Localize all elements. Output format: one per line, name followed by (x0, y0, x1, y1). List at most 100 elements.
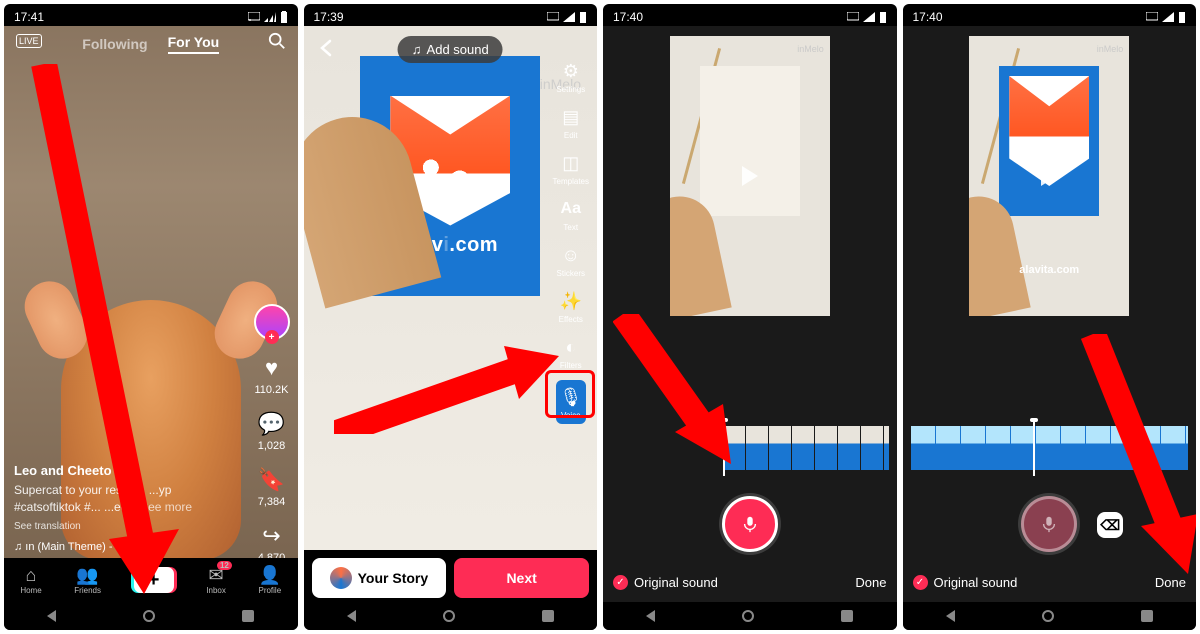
android-recents-icon[interactable] (841, 610, 853, 622)
android-recents-icon[interactable] (1141, 610, 1153, 622)
templates-icon: ◫ (558, 150, 584, 176)
phone-screen-4: 17:40 inMelo alavita.com ⌫ ✓ Original (903, 4, 1197, 630)
microphone-icon (1040, 515, 1058, 533)
gear-icon: ⚙ (558, 58, 584, 84)
tool-effects[interactable]: ✨Effects (558, 288, 584, 324)
search-icon[interactable] (268, 32, 286, 50)
status-icons (248, 11, 288, 23)
sound-label[interactable]: ♫ ın (Main Theme) - 101... (14, 540, 228, 555)
canvas-text: alavita.com (1019, 264, 1079, 276)
easel-content: alavi.com (360, 56, 540, 296)
done-button[interactable]: Done (855, 575, 886, 590)
tool-stickers[interactable]: ☺Stickers (557, 242, 585, 278)
voiceover-bottom-bar: ✓ Original sound Done (613, 566, 887, 598)
timeline[interactable] (911, 426, 1189, 470)
battery-icon (280, 11, 288, 23)
original-sound-toggle[interactable]: ✓ Original sound (913, 575, 1018, 590)
phone-screen-2: 17:39 alavi.com inMelo ♫Add sound ⚙Setti… (304, 4, 598, 630)
record-button[interactable] (722, 496, 778, 552)
original-sound-toggle[interactable]: ✓ Original sound (613, 575, 718, 590)
status-bar: 17:40 (603, 4, 897, 26)
timeline-playhead[interactable] (1033, 420, 1035, 476)
status-bar: 17:40 (903, 4, 1197, 26)
author-avatar[interactable]: + (254, 304, 290, 340)
voiceover-editor: inMelo alavita.com ⌫ ✓ Original sound Do… (903, 26, 1197, 602)
play-icon[interactable] (1041, 166, 1057, 186)
see-translation-link[interactable]: See translation (14, 520, 228, 534)
follow-plus-icon[interactable]: + (265, 330, 279, 344)
android-nav-bar (304, 602, 598, 630)
edit-icon: ▤ (558, 104, 584, 130)
tab-following[interactable]: Following (82, 36, 147, 52)
android-nav-bar (603, 602, 897, 630)
android-recents-icon[interactable] (242, 610, 254, 622)
status-time: 17:41 (14, 10, 44, 24)
nav-home[interactable]: ⌂Home (20, 565, 41, 595)
backspace-icon: ⌫ (1100, 517, 1120, 534)
filters-icon: ◐ (558, 334, 584, 360)
tool-text[interactable]: AaText (558, 196, 584, 232)
watermark-label: inMelo (1097, 44, 1124, 54)
video-preview[interactable]: inMelo alavita.com (969, 36, 1129, 316)
like-button[interactable]: ♥110.2K (254, 354, 288, 396)
author-name[interactable]: Leo and Cheeto (14, 462, 228, 480)
bookmark-button[interactable]: 🔖7,384 (258, 466, 286, 508)
like-count: 110.2K (254, 384, 288, 396)
microphone-icon (741, 515, 759, 533)
phone-screen-3: 17:40 inMelo ✓ Original sound Done (603, 4, 897, 630)
tool-filters[interactable]: ◐Filters (558, 334, 584, 370)
timeline[interactable] (723, 426, 889, 470)
android-back-icon[interactable] (47, 610, 56, 622)
android-home-icon[interactable] (742, 610, 754, 622)
status-time: 17:40 (613, 10, 643, 24)
android-recents-icon[interactable] (542, 610, 554, 622)
nav-friends[interactable]: 👥Friends (74, 565, 101, 595)
tool-settings[interactable]: ⚙Settings (556, 58, 585, 94)
android-nav-bar (903, 602, 1197, 630)
check-icon: ✓ (913, 575, 928, 590)
bookmark-count: 7,384 (258, 496, 286, 508)
tool-edit[interactable]: ▤Edit (558, 104, 584, 140)
your-story-button[interactable]: Your Story (312, 558, 447, 598)
nav-inbox[interactable]: ✉12Inbox (206, 565, 226, 595)
editor-bottom-bar: Your Story Next (312, 558, 590, 598)
done-button[interactable]: Done (1155, 575, 1186, 590)
android-home-icon[interactable] (1042, 610, 1054, 622)
inbox-badge: 12 (217, 561, 232, 570)
android-back-icon[interactable] (946, 610, 955, 622)
android-back-icon[interactable] (646, 610, 655, 622)
check-icon: ✓ (613, 575, 628, 590)
nav-create-button[interactable]: + (134, 567, 174, 593)
see-more-link[interactable]: See more (140, 500, 192, 514)
video-caption: Leo and Cheeto Supercat to your res... .… (14, 462, 228, 555)
android-back-icon[interactable] (347, 610, 356, 622)
stickers-icon: ☺ (558, 242, 584, 268)
delete-recording-button[interactable]: ⌫ (1097, 512, 1123, 538)
tab-for-you[interactable]: For You (168, 34, 220, 54)
timeline-playhead[interactable] (723, 420, 725, 476)
text-icon: Aa (558, 196, 584, 222)
android-home-icon[interactable] (443, 610, 455, 622)
nav-profile[interactable]: 👤Profile (258, 565, 281, 595)
bottom-nav: ⌂Home 👥Friends + ✉12Inbox 👤Profile (4, 558, 298, 602)
status-time: 17:40 (913, 10, 943, 24)
android-nav-bar (4, 602, 298, 630)
comment-button[interactable]: 💬1,028 (258, 410, 286, 452)
annotation-highlight-box (545, 370, 595, 418)
cast-icon (248, 12, 260, 22)
music-note-icon: ♫ (412, 42, 422, 57)
story-ring-icon (330, 567, 352, 589)
comment-count: 1,028 (258, 440, 286, 452)
voiceover-bottom-bar: ✓ Original sound Done (913, 566, 1187, 598)
record-button[interactable] (1021, 496, 1077, 552)
play-icon[interactable] (742, 166, 758, 186)
video-preview[interactable]: inMelo (670, 36, 830, 316)
back-icon[interactable] (316, 38, 336, 58)
status-bar: 17:39 (304, 4, 598, 26)
effects-icon: ✨ (558, 288, 584, 314)
android-home-icon[interactable] (143, 610, 155, 622)
tool-templates[interactable]: ◫Templates (553, 150, 589, 186)
status-icons (547, 11, 587, 23)
add-sound-button[interactable]: ♫Add sound (398, 36, 503, 63)
next-button[interactable]: Next (454, 558, 589, 598)
